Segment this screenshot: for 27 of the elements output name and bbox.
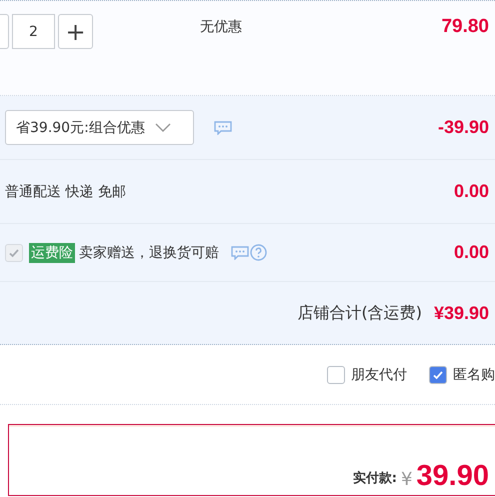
payment-amount: 39.90 [416, 462, 489, 491]
minus-button[interactable] [0, 14, 9, 49]
plus-button[interactable]: + [58, 14, 93, 49]
option-label: 朋友代付 [351, 366, 407, 384]
promo-text: 无优惠 [200, 18, 242, 36]
chevron-down-icon [154, 122, 171, 132]
shipping-amount: 0.00 [454, 181, 489, 202]
shipping-text: 普通配送 快递 免邮 [5, 182, 126, 200]
payment-label: 实付款: [352, 470, 397, 487]
check-icon [432, 368, 444, 380]
discount-amount: -39.90 [438, 117, 489, 138]
store-total-label: 店铺合计(含运费) [297, 302, 422, 324]
discount-dropdown[interactable]: 省39.90元:组合优惠 [5, 110, 194, 145]
comment-icon[interactable] [231, 246, 249, 260]
insurance-text: 卖家赠送，退换货可赔 [79, 244, 219, 262]
option-label: 匿名购 [453, 366, 495, 384]
insurance-tag: 运费险 [29, 242, 75, 262]
help-icon[interactable] [250, 244, 267, 261]
item-price: 79.80 [441, 16, 489, 38]
insurance-amount: 0.00 [454, 242, 489, 263]
currency-symbol: ¥ [400, 469, 412, 490]
check-icon [8, 246, 20, 258]
option-checkbox[interactable] [327, 366, 345, 384]
comment-icon[interactable] [214, 120, 232, 134]
quantity-field[interactable]: 2 [12, 14, 55, 49]
store-total-amount: ¥39.90 [434, 302, 489, 324]
option-checkbox[interactable] [429, 366, 447, 384]
